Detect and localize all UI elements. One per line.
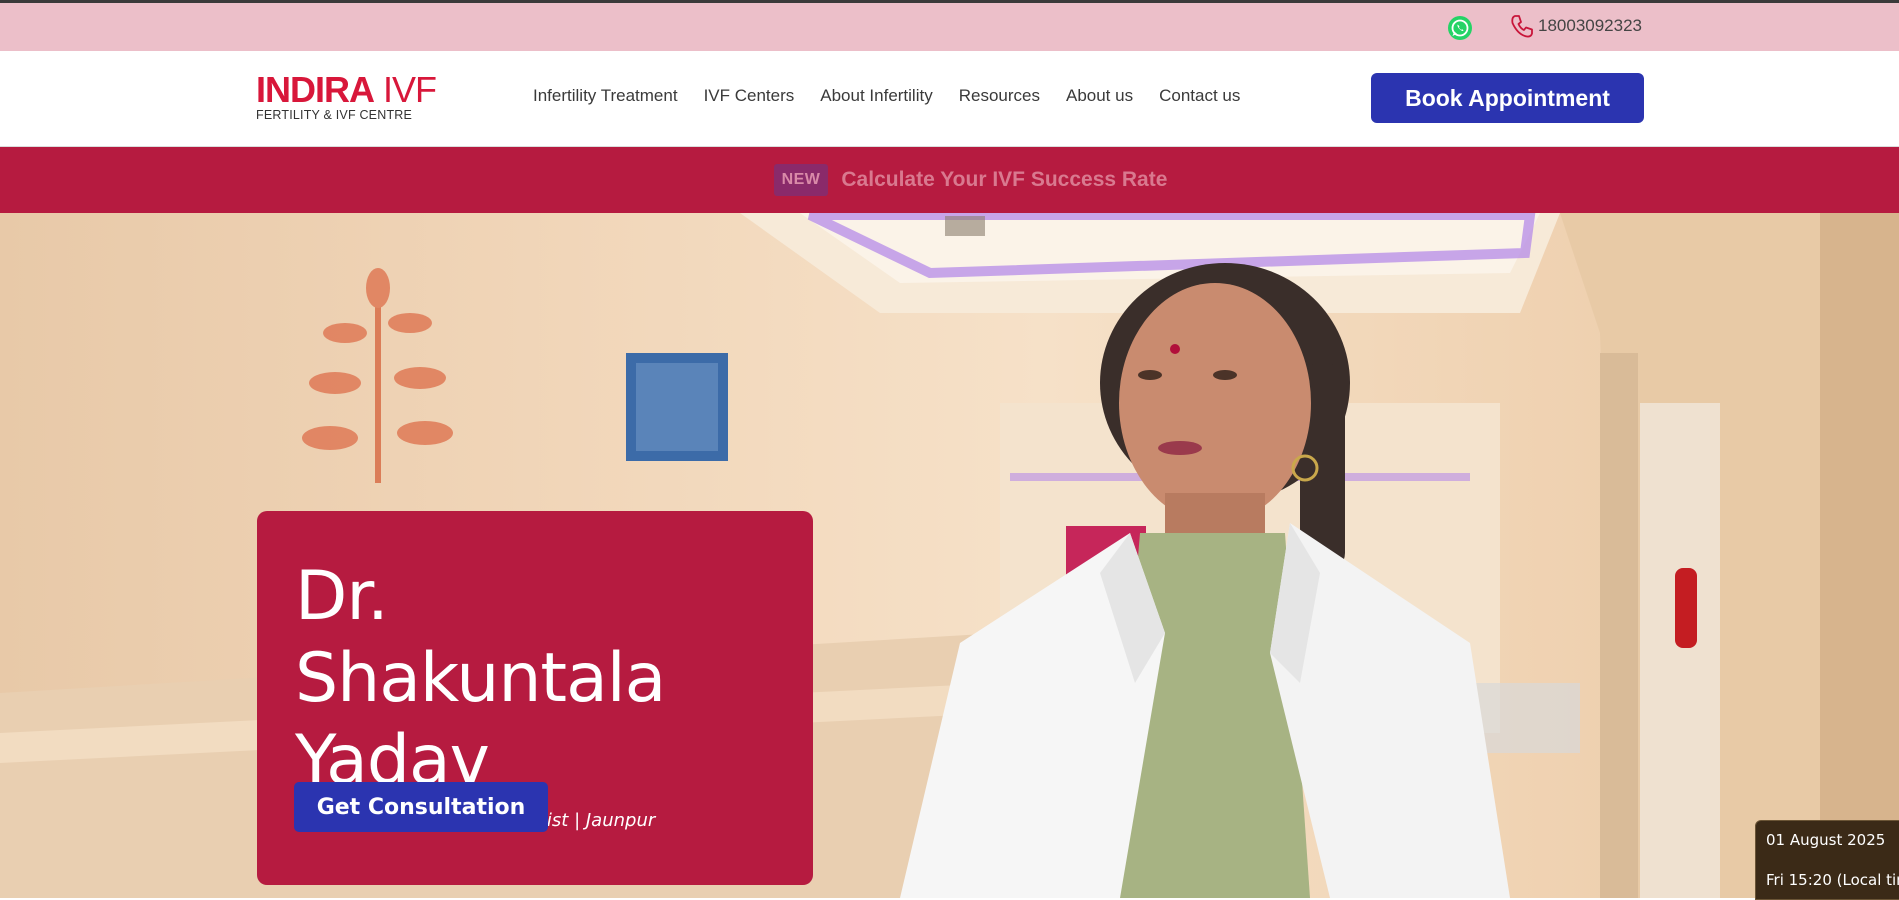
doctor-info-card: Dr. Shakuntala Yadav Gynaecologist & IVF… [257, 511, 813, 885]
doctor-name: Dr. Shakuntala Yadav [295, 557, 666, 800]
main-nav: Infertility Treatment IVF Centers About … [520, 81, 1253, 111]
logo-subtitle: FERTILITY & IVF CENTRE [256, 108, 413, 122]
contact-bar: 18003092323 [0, 3, 1899, 51]
get-consultation-button[interactable]: Get Consultation [294, 782, 548, 832]
book-appointment-button[interactable]: Book Appointment [1371, 73, 1644, 123]
widget-date: 01 August 2025 [1766, 831, 1886, 849]
widget-time: Fri 15:20 (Local time) [1766, 871, 1899, 889]
nav-ivf-centers[interactable]: IVF Centers [691, 81, 808, 111]
logo-wordmark: INDIRA IVF [256, 69, 437, 110]
nav-about-us[interactable]: About us [1053, 81, 1146, 111]
ivf-success-rate-link[interactable]: Calculate Your IVF Success Rate [841, 168, 1167, 192]
phone-contact[interactable]: 18003092323 [1509, 12, 1642, 40]
site-header: INDIRA IVF FERTILITY & IVF CENTRE Infert… [0, 51, 1899, 147]
phone-number[interactable]: 18003092323 [1538, 16, 1642, 36]
nav-contact-us[interactable]: Contact us [1146, 81, 1253, 111]
datetime-widget: 01 August 2025 Fri 15:20 (Local time) [1755, 820, 1899, 900]
new-badge: NEW [773, 164, 829, 196]
promo-banner[interactable]: NEW Calculate Your IVF Success Rate [0, 147, 1899, 213]
whatsapp-icon[interactable] [1447, 15, 1473, 41]
indira-ivf-logo[interactable]: INDIRA IVF FERTILITY & IVF CENTRE [256, 72, 466, 124]
nav-about-infertility[interactable]: About Infertility [807, 81, 945, 111]
nav-infertility-treatment[interactable]: Infertility Treatment [520, 81, 691, 111]
hero-section: Dr. Shakuntala Yadav Gynaecologist & IVF… [0, 213, 1899, 898]
nav-resources[interactable]: Resources [946, 81, 1053, 111]
phone-icon [1511, 15, 1533, 38]
